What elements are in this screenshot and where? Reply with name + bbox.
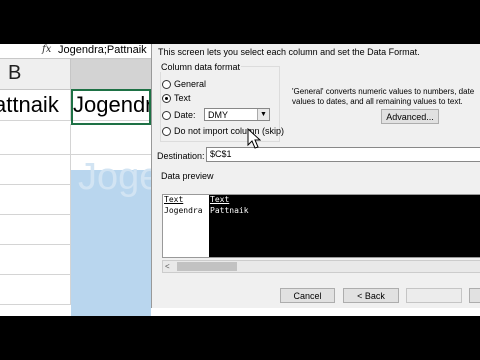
row-4 [0,184,71,215]
row-3 [0,154,71,185]
radio-date-label: Date: [174,110,196,120]
cell-c2[interactable] [71,124,152,154]
ghost-watermark-text: Joge [78,156,161,198]
active-cell-outline [71,89,151,125]
column-data-format-title: Column data format [160,62,242,72]
mouse-cursor-icon [247,128,261,149]
radio-skip[interactable]: Do not import column (skip) [162,126,284,136]
data-preview-label: Data preview [161,171,214,181]
preview-column-2-value: Pattnaik [210,206,249,215]
radio-general-label: General [174,79,207,89]
radio-skip-circle[interactable] [162,126,171,136]
cell-b5[interactable] [0,214,71,244]
radio-text-circle[interactable] [162,93,171,103]
radio-date[interactable]: Date: [162,110,196,120]
scrollbar-thumb[interactable] [177,262,237,271]
radio-general-circle[interactable] [162,79,171,89]
radio-skip-label: Do not import column (skip) [174,126,285,136]
fx-icon[interactable]: fx [42,44,51,55]
radio-general[interactable]: General [162,79,206,89]
column-header-c[interactable] [71,59,152,90]
chevron-down-icon[interactable]: ▼ [257,109,269,120]
preview-horizontal-scrollbar[interactable]: < [162,260,480,273]
wizard-hint: This screen lets you select each column … [158,47,420,57]
scroll-left-icon[interactable]: < [165,261,170,272]
row-2 [0,124,152,155]
text-import-wizard-dialog: This screen lets you select each column … [151,44,480,308]
advanced-button[interactable]: Advanced... [381,109,439,124]
preview-column-1-header: Text [164,195,184,204]
cell-b6[interactable] [0,244,71,274]
cell-b3[interactable] [0,154,71,184]
formula-text[interactable]: Jogendra;Pattnaik [58,44,147,56]
finish-button[interactable] [469,288,480,303]
data-preview-pane[interactable]: Text Jogendra Text Pattnaik [162,194,480,258]
next-button[interactable] [406,288,462,303]
radio-text-label: Text [174,93,191,103]
column-header-b[interactable]: B [0,59,71,90]
cell-b7[interactable] [0,274,71,304]
row-7 [0,274,71,305]
cancel-button[interactable]: Cancel [280,288,335,303]
screen: fx Jogendra;Pattnaik B attnaik Jogendra [0,0,480,360]
preview-column-1-value: Jogendra [164,206,203,215]
letterbox-top [0,0,480,44]
cell-b4[interactable] [0,184,71,214]
date-format-select[interactable]: DMY ▼ [204,108,270,121]
destination-label: Destination: [157,151,205,161]
preview-column-1[interactable]: Text Jogendra [163,195,209,257]
preview-column-2-header: Text [210,195,230,204]
date-format-value: DMY [208,110,228,120]
cell-b2[interactable] [0,124,71,154]
row-5 [0,214,71,245]
cell-b1-text: attnaik [0,92,59,117]
preview-column-2[interactable]: Text Pattnaik [209,195,480,257]
radio-text[interactable]: Text [162,93,191,103]
radio-date-circle[interactable] [162,110,171,120]
column-b-label: B [8,62,22,84]
format-description: 'General' converts numeric values to num… [292,87,475,106]
cell-b1[interactable]: attnaik [0,90,71,120]
letterbox-bottom [0,316,480,360]
row-6 [0,244,71,275]
back-button[interactable]: < Back [343,288,399,303]
